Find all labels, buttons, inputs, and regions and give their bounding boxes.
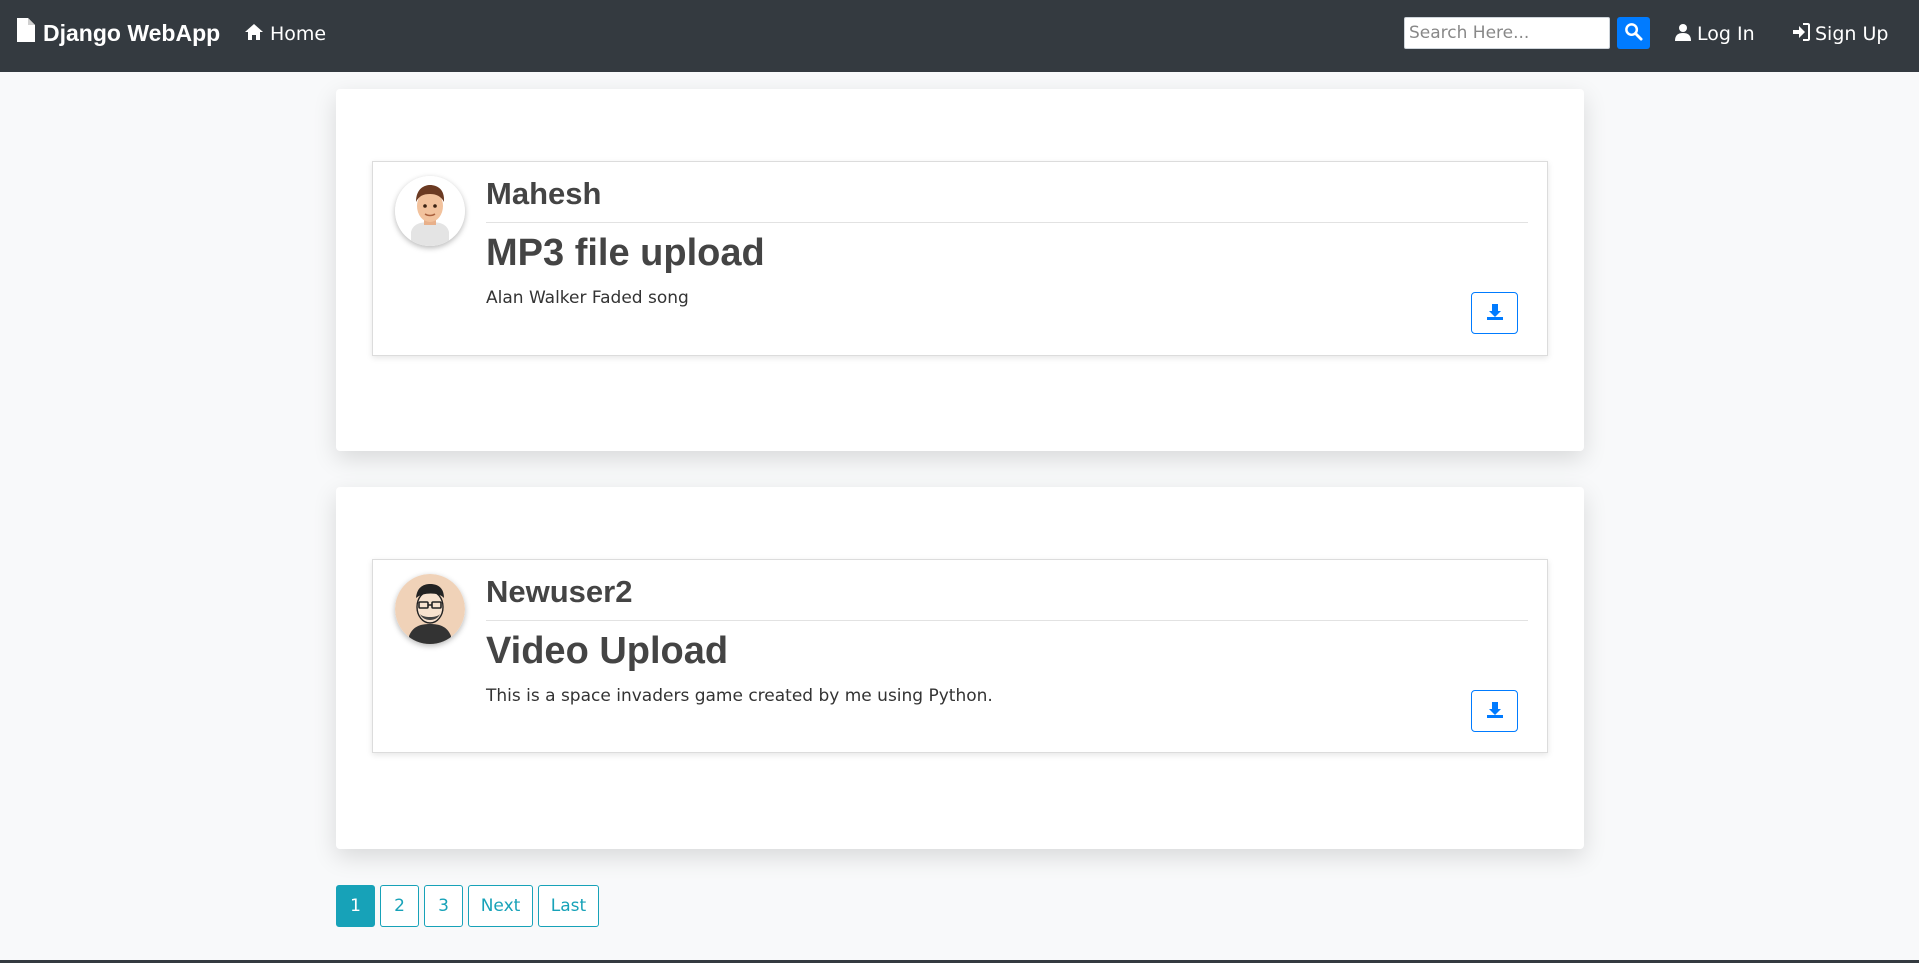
post-description: Alan Walker Faded song <box>486 288 689 308</box>
sign-in-icon <box>1792 22 1810 46</box>
signup-link[interactable]: Sign Up <box>1792 20 1888 48</box>
page-button-3[interactable]: 3 <box>424 885 463 927</box>
nav-home-link[interactable]: Home <box>244 20 326 48</box>
login-label: Log In <box>1697 23 1755 45</box>
post-content: Mahesh MP3 file upload Alan Walker Faded… <box>372 161 1548 356</box>
divider <box>486 222 1528 223</box>
search-button[interactable] <box>1617 17 1650 49</box>
last-page-button[interactable]: Last <box>538 885 599 927</box>
pagination: 1 2 3 Next Last <box>336 885 599 927</box>
page-button-2[interactable]: 2 <box>380 885 419 927</box>
download-icon <box>1486 701 1504 722</box>
file-icon <box>17 18 35 48</box>
download-button[interactable] <box>1471 292 1518 334</box>
download-button[interactable] <box>1471 690 1518 732</box>
post-author[interactable]: Newuser2 <box>486 574 632 610</box>
brand-label: Django WebApp <box>43 19 221 46</box>
post-content: Newuser2 Video Upload This is a space in… <box>372 559 1548 753</box>
post-author[interactable]: Mahesh <box>486 176 601 212</box>
avatar[interactable] <box>395 574 465 644</box>
post-description: This is a space invaders game created by… <box>486 686 993 706</box>
login-link[interactable]: Log In <box>1674 20 1755 48</box>
search-input[interactable] <box>1404 17 1610 49</box>
signup-label: Sign Up <box>1815 23 1889 45</box>
divider <box>486 620 1528 621</box>
page-button-1[interactable]: 1 <box>336 885 375 927</box>
post-title[interactable]: Video Upload <box>486 630 728 673</box>
nav-home-label: Home <box>270 23 327 45</box>
download-icon <box>1486 303 1504 324</box>
post-card: Newuser2 Video Upload This is a space in… <box>336 487 1584 849</box>
home-icon <box>244 23 264 46</box>
post-card: Mahesh MP3 file upload Alan Walker Faded… <box>336 89 1584 451</box>
brand-link[interactable]: Django WebApp <box>17 18 220 48</box>
avatar[interactable] <box>395 176 465 246</box>
next-page-button[interactable]: Next <box>468 885 533 927</box>
post-title[interactable]: MP3 file upload <box>486 232 765 275</box>
user-icon <box>1674 23 1692 46</box>
navbar: Django WebApp Home Log In Sign Up <box>0 0 1919 72</box>
search-icon <box>1624 22 1643 44</box>
